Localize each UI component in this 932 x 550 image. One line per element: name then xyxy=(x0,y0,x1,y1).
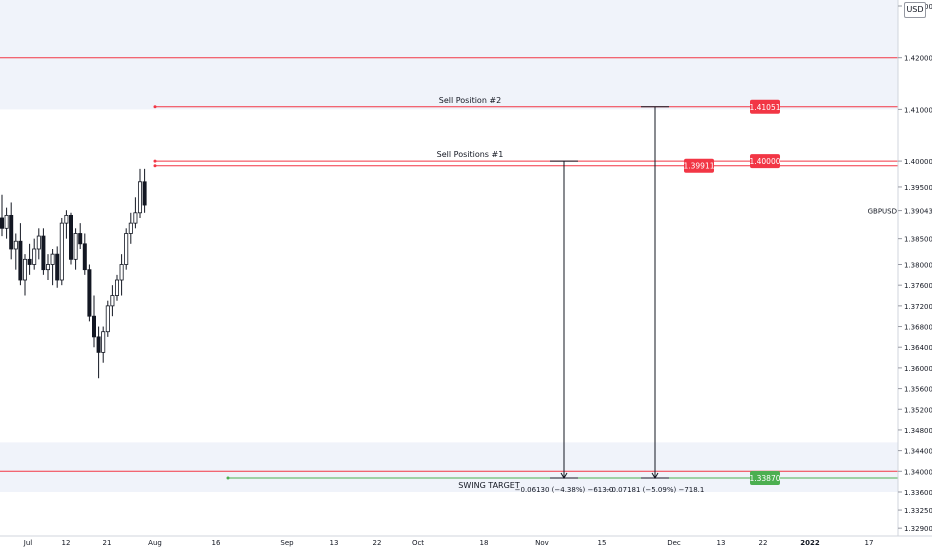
y-tick-label-6: 1.38500 xyxy=(904,236,932,244)
candle-body-5[interactable] xyxy=(22,258,27,281)
candle-body-7[interactable] xyxy=(32,248,37,265)
candle-body-24[interactable] xyxy=(110,295,115,307)
y-tick-label-4: 1.39500 xyxy=(904,184,932,192)
price-tag-text-2: 1.39911 xyxy=(683,162,714,171)
candle-body-20[interactable] xyxy=(92,315,97,338)
candle-body-23[interactable] xyxy=(105,305,110,333)
candle-body-21[interactable] xyxy=(96,336,101,353)
y-tick-label-7: 1.38000 xyxy=(904,262,932,270)
x-tick-label-15: 2022 xyxy=(800,539,820,547)
x-tick-label-5: Sep xyxy=(280,539,294,547)
candle-body-11[interactable] xyxy=(50,253,55,265)
y-tick-label-2: 1.41000 xyxy=(904,106,932,114)
level-anchor-0[interactable] xyxy=(153,105,157,109)
y-tick-label-1: 1.42000 xyxy=(904,55,932,63)
measure-text-0: −0.06130 (−4.38%) −613.0 xyxy=(515,486,614,494)
candle-body-14[interactable] xyxy=(64,214,69,224)
candle-body-16[interactable] xyxy=(73,233,78,260)
price-tag-text-1: 1.40000 xyxy=(749,157,780,166)
y-tick-label-8: 1.37600 xyxy=(904,282,932,290)
price-chart[interactable]: Sell Position #2 Sell Positions #1 SWING T… xyxy=(0,0,932,550)
candle-body-19[interactable] xyxy=(87,269,92,317)
candle-body-27[interactable] xyxy=(124,233,129,265)
candle-body-17[interactable] xyxy=(78,233,83,245)
y-tick-label-17: 1.34000 xyxy=(904,468,932,476)
x-tick-label-4: 16 xyxy=(212,539,221,547)
y-tick-label-5: 1.39043 xyxy=(904,208,932,216)
candle-body-10[interactable] xyxy=(46,264,51,271)
level-label-0: Sell Position #2 xyxy=(439,96,501,105)
y-tick-label-18: 1.33600 xyxy=(904,489,932,497)
measure-text-1: −0.07181 (−5.09%) −718.1 xyxy=(606,486,705,494)
candle-body-13[interactable] xyxy=(59,222,64,281)
candle-body-31[interactable] xyxy=(142,181,147,206)
candle-body-25[interactable] xyxy=(115,279,120,296)
x-tick-label-6: 13 xyxy=(330,539,339,547)
y-tick-label-20: 1.32900 xyxy=(904,525,932,533)
y-tick-label-13: 1.35600 xyxy=(904,386,932,394)
x-tick-label-11: 15 xyxy=(598,539,607,547)
candle-body-18[interactable] xyxy=(82,243,87,271)
x-tick-label-10: Nov xyxy=(535,539,549,547)
candle-body-9[interactable] xyxy=(41,235,46,271)
zone-0 xyxy=(0,0,898,110)
x-tick-label-16: 17 xyxy=(865,539,874,547)
symbol-label: GBPUSD xyxy=(868,208,897,216)
price-tag-text-0: 1.41051 xyxy=(749,103,780,112)
candle-body-3[interactable] xyxy=(13,240,18,250)
y-tick-label-12: 1.36000 xyxy=(904,365,932,373)
candle-body-2[interactable] xyxy=(9,214,14,250)
y-tick-label-11: 1.36400 xyxy=(904,344,932,352)
x-tick-label-3: Aug xyxy=(148,539,162,547)
x-tick-label-8: Oct xyxy=(412,539,424,547)
level-label-3: SWING TARGET xyxy=(458,481,520,490)
x-tick-label-2: 21 xyxy=(103,539,112,547)
currency-badge[interactable]: USD xyxy=(904,2,926,18)
candle-body-15[interactable] xyxy=(69,214,74,260)
y-tick-label-14: 1.35200 xyxy=(904,406,932,414)
level-label-1: Sell Positions #1 xyxy=(437,150,504,159)
y-tick-label-9: 1.37200 xyxy=(904,303,932,311)
y-tick-label-3: 1.40000 xyxy=(904,158,932,166)
candle-body-1[interactable] xyxy=(4,214,9,229)
candle-body-29[interactable] xyxy=(133,212,138,224)
candle-body-22[interactable] xyxy=(101,331,106,353)
x-tick-label-13: 13 xyxy=(717,539,726,547)
candle-body-12[interactable] xyxy=(55,253,60,281)
level-anchor-2[interactable] xyxy=(153,164,157,168)
candle-body-4[interactable] xyxy=(18,240,23,281)
candle-body-30[interactable] xyxy=(137,181,142,214)
x-tick-label-9: 18 xyxy=(480,539,489,547)
x-tick-label-0: Jul xyxy=(23,539,33,547)
x-tick-label-1: 12 xyxy=(62,539,71,547)
candle-body-26[interactable] xyxy=(119,264,124,281)
y-tick-label-15: 1.34800 xyxy=(904,427,932,435)
candle-body-28[interactable] xyxy=(128,222,133,234)
candle-body-8[interactable] xyxy=(36,235,41,250)
y-tick-label-19: 1.33250 xyxy=(904,507,932,515)
x-tick-label-12: Dec xyxy=(667,539,681,547)
x-tick-label-7: 22 xyxy=(373,539,382,547)
y-tick-label-10: 1.36800 xyxy=(904,324,932,332)
price-tag-text-3: 1.33870 xyxy=(749,474,780,483)
x-tick-label-14: 22 xyxy=(759,539,768,547)
y-tick-label-16: 1.34400 xyxy=(904,448,932,456)
level-anchor-1[interactable] xyxy=(153,159,157,163)
candle-body-6[interactable] xyxy=(27,258,32,265)
level-anchor-3[interactable] xyxy=(226,476,230,480)
candle-body-0[interactable] xyxy=(0,217,4,229)
